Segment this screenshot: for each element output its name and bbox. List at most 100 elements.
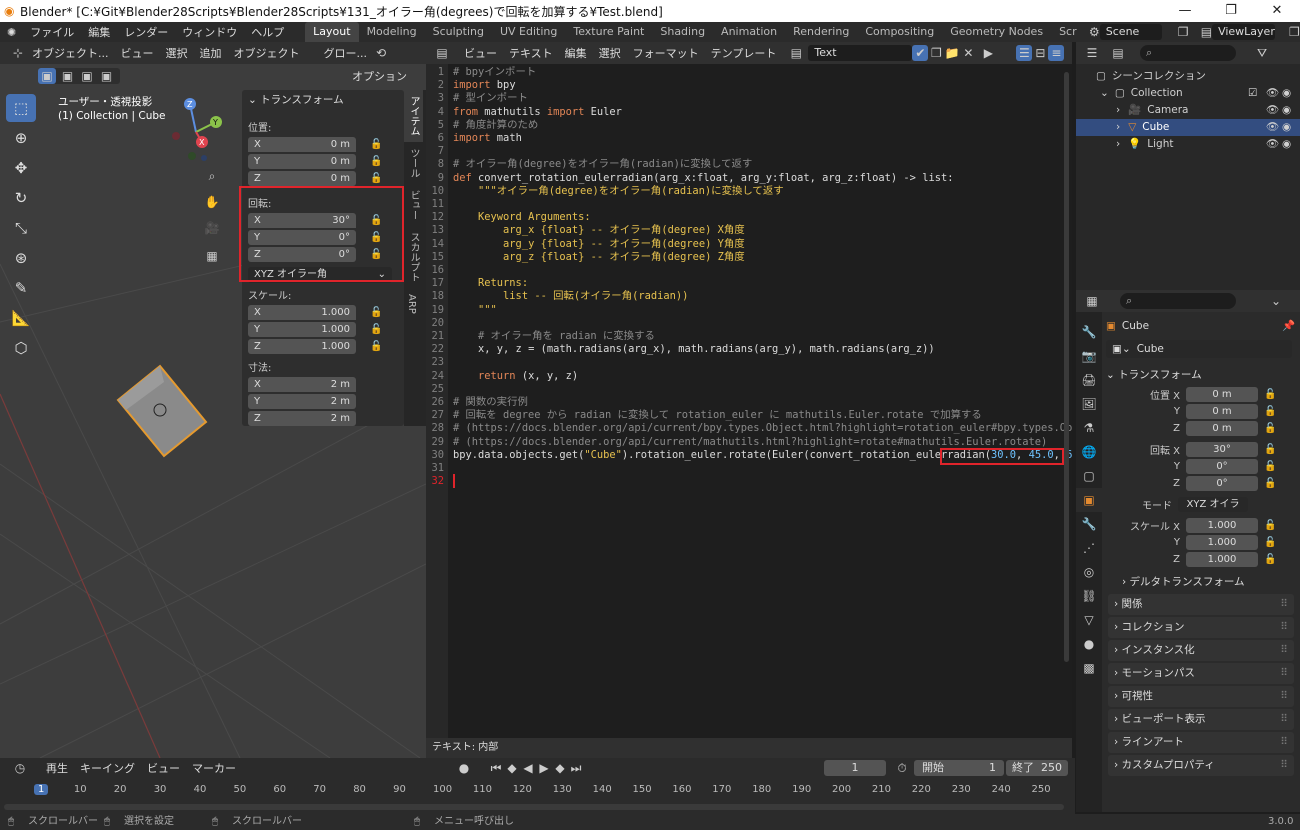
scale-y-field[interactable]: Y 1.000 bbox=[248, 322, 356, 337]
navigation-gizmo[interactable]: Z Y X bbox=[170, 96, 230, 166]
tab-item[interactable]: アイテム bbox=[404, 90, 423, 142]
eye-icon[interactable]: 👁 bbox=[1266, 136, 1279, 153]
play-reverse-icon[interactable]: ◀ bbox=[520, 760, 536, 776]
lock-icon[interactable]: 🔓 bbox=[370, 139, 382, 150]
tab-texture-paint[interactable]: Texture Paint bbox=[565, 22, 652, 42]
constraints-tab-icon[interactable]: ⛓ bbox=[1076, 584, 1102, 608]
editor-menu-text[interactable]: テキスト bbox=[503, 45, 559, 61]
tool-add-cube-icon[interactable]: ⬡ bbox=[6, 334, 36, 362]
camera-render-icon[interactable]: ◉ bbox=[1282, 136, 1291, 153]
outliner-type-icon[interactable]: ☰ bbox=[1084, 45, 1100, 61]
chevron-down-icon[interactable]: ⌄ bbox=[1268, 293, 1284, 309]
outliner-item-collection[interactable]: ⌄ ▢ Collection ☑ 👁 ◉ bbox=[1076, 85, 1300, 102]
panel-6[interactable]: › ラインアート ⠿ bbox=[1108, 732, 1294, 753]
tool-annotate-icon[interactable]: ✎ bbox=[6, 274, 36, 302]
selection-mode-group[interactable]: ▣ ▣ ▣ ▣ bbox=[38, 68, 120, 84]
outliner-item-camera[interactable]: › 🎥 Camera 👁 ◉ bbox=[1076, 102, 1300, 119]
filter-icon[interactable]: ⛛ bbox=[1254, 45, 1270, 61]
outliner-scene-collection[interactable]: ▢ シーンコレクション bbox=[1076, 68, 1300, 85]
timeline-menu-playback[interactable]: 再生 bbox=[40, 760, 74, 776]
drag-handle-icon[interactable]: ⠿ bbox=[1280, 732, 1288, 753]
lock-icon[interactable]: 🔓 bbox=[1264, 478, 1276, 489]
tab-sculpt[interactable]: スカルプト bbox=[404, 226, 423, 288]
tool-transform-icon[interactable]: ⊛ bbox=[6, 244, 36, 272]
editor-menu-edit[interactable]: 編集 bbox=[559, 45, 593, 61]
object-tab-icon[interactable]: ▣ bbox=[1076, 488, 1102, 512]
word-wrap-toggle-icon[interactable]: ⊟ bbox=[1032, 45, 1048, 61]
particles-tab-icon[interactable]: ⋰ bbox=[1076, 536, 1102, 560]
tab-scripting[interactable]: Scr bbox=[1051, 22, 1085, 42]
tool-tab-icon[interactable]: 🔧 bbox=[1076, 320, 1102, 344]
rotation-z-input[interactable]: 0° bbox=[1186, 476, 1258, 491]
expand-arrow-icon[interactable]: › bbox=[1116, 119, 1120, 136]
lock-icon[interactable]: 🔓 bbox=[370, 341, 382, 352]
tab-arp[interactable]: ARP bbox=[404, 288, 419, 320]
tab-tool[interactable]: ツール bbox=[404, 142, 423, 184]
scale-x-field[interactable]: X 1.000 bbox=[248, 305, 356, 320]
timeline-type-icon[interactable]: ◷ bbox=[12, 760, 28, 776]
expand-arrow-icon[interactable]: › bbox=[1116, 102, 1120, 119]
location-y-input[interactable]: 0 m bbox=[1186, 404, 1258, 419]
tab-compositing[interactable]: Compositing bbox=[857, 22, 942, 42]
line-numbers-toggle-icon[interactable]: ☰ bbox=[1016, 45, 1033, 61]
tool-move-icon[interactable]: ✥ bbox=[6, 154, 36, 182]
tab-layout[interactable]: Layout bbox=[305, 22, 359, 42]
open-text-icon[interactable]: 📁 bbox=[944, 45, 960, 61]
display-mode-icon[interactable]: ▤ bbox=[1110, 45, 1126, 61]
lock-icon[interactable]: 🔓 bbox=[370, 324, 382, 335]
drag-handle-icon[interactable]: ⠿ bbox=[1280, 663, 1288, 684]
select-invert-icon[interactable]: ▣ bbox=[99, 68, 115, 84]
text-editor[interactable]: 1 # bpyインポート 2 import bpy 3 # 型インポート 4 from mat… bbox=[426, 64, 1072, 738]
maximize-button[interactable]: ❐ bbox=[1208, 0, 1254, 22]
fake-user-shield-icon[interactable]: ✔ bbox=[912, 45, 929, 61]
drag-handle-icon[interactable]: ⠿ bbox=[1280, 640, 1288, 661]
drag-handle-icon[interactable]: ⠿ bbox=[1280, 594, 1288, 615]
clock-icon[interactable]: ⏱ bbox=[894, 760, 910, 776]
scale-y-input[interactable]: 1.000 bbox=[1186, 535, 1258, 550]
editor-menu-format[interactable]: フォーマット bbox=[627, 45, 705, 61]
tab-view[interactable]: ビュー bbox=[404, 184, 423, 226]
menu-render[interactable]: レンダー bbox=[117, 24, 175, 40]
play-icon[interactable]: ▶ bbox=[536, 760, 552, 776]
scale-x-input[interactable]: 1.000 bbox=[1186, 518, 1258, 533]
outliner-search-input[interactable]: ⌕ bbox=[1140, 45, 1236, 61]
view-layer-tab-icon[interactable]: 🖼 bbox=[1076, 392, 1102, 416]
jump-start-icon[interactable]: ⏮ bbox=[488, 760, 504, 776]
jump-end-icon[interactable]: ⏭ bbox=[568, 760, 584, 776]
viewport-menu-view[interactable]: ビュー bbox=[115, 45, 160, 61]
tool-measure-icon[interactable]: 📐 bbox=[6, 304, 36, 332]
camera-render-icon[interactable]: ◉ bbox=[1282, 119, 1291, 136]
run-script-icon[interactable]: ▶ bbox=[980, 45, 996, 61]
text-editor-type-icon[interactable]: ▤ bbox=[434, 45, 450, 61]
select-subtract-icon[interactable]: ▣ bbox=[79, 68, 95, 84]
tab-shading[interactable]: Shading bbox=[652, 22, 713, 42]
timeline-scrollbar[interactable] bbox=[4, 804, 1064, 810]
viewport-options[interactable]: オプション bbox=[352, 68, 407, 84]
outliner-item-cube[interactable]: › ▽ Cube 👁 ◉ bbox=[1076, 119, 1300, 136]
physics-tab-icon[interactable]: ◎ bbox=[1076, 560, 1102, 584]
scene-tab-icon[interactable]: ⚗ bbox=[1076, 416, 1102, 440]
next-keyframe-icon[interactable]: ◆ bbox=[552, 760, 568, 776]
properties-type-icon[interactable]: ▦ bbox=[1084, 293, 1100, 309]
scene-selector[interactable]: Scene bbox=[1099, 24, 1162, 40]
syntax-highlight-toggle-icon[interactable]: ≡ bbox=[1048, 45, 1065, 61]
location-z-field[interactable]: Z 0 m bbox=[248, 171, 356, 186]
eye-icon[interactable]: 👁 bbox=[1266, 102, 1279, 119]
location-x-field[interactable]: X 0 m bbox=[248, 137, 356, 152]
new-viewlayer-icon[interactable]: ❐ bbox=[1289, 24, 1300, 40]
outliner-item-light[interactable]: › 💡 Light 👁 ◉ bbox=[1076, 136, 1300, 153]
collection-tab-icon[interactable]: ▢ bbox=[1076, 464, 1102, 488]
select-extend-icon[interactable]: ▣ bbox=[60, 68, 76, 84]
current-frame-input[interactable]: 1 bbox=[824, 760, 886, 776]
scene-icon[interactable]: ⚙ bbox=[1089, 24, 1100, 40]
editor-scrollbar[interactable] bbox=[1064, 72, 1069, 662]
editor-menu-select[interactable]: 選択 bbox=[593, 45, 627, 61]
lock-icon[interactable]: 🔓 bbox=[370, 156, 382, 167]
drag-handle-icon[interactable]: ⠿ bbox=[1280, 617, 1288, 638]
menu-help[interactable]: ヘルプ bbox=[244, 24, 291, 40]
location-y-field[interactable]: Y 0 m bbox=[248, 154, 356, 169]
location-x-input[interactable]: 0 m bbox=[1186, 387, 1258, 402]
lock-icon[interactable]: 🔓 bbox=[1264, 461, 1276, 472]
tab-uv-editing[interactable]: UV Editing bbox=[492, 22, 565, 42]
camera-render-icon[interactable]: ◉ bbox=[1282, 85, 1291, 102]
